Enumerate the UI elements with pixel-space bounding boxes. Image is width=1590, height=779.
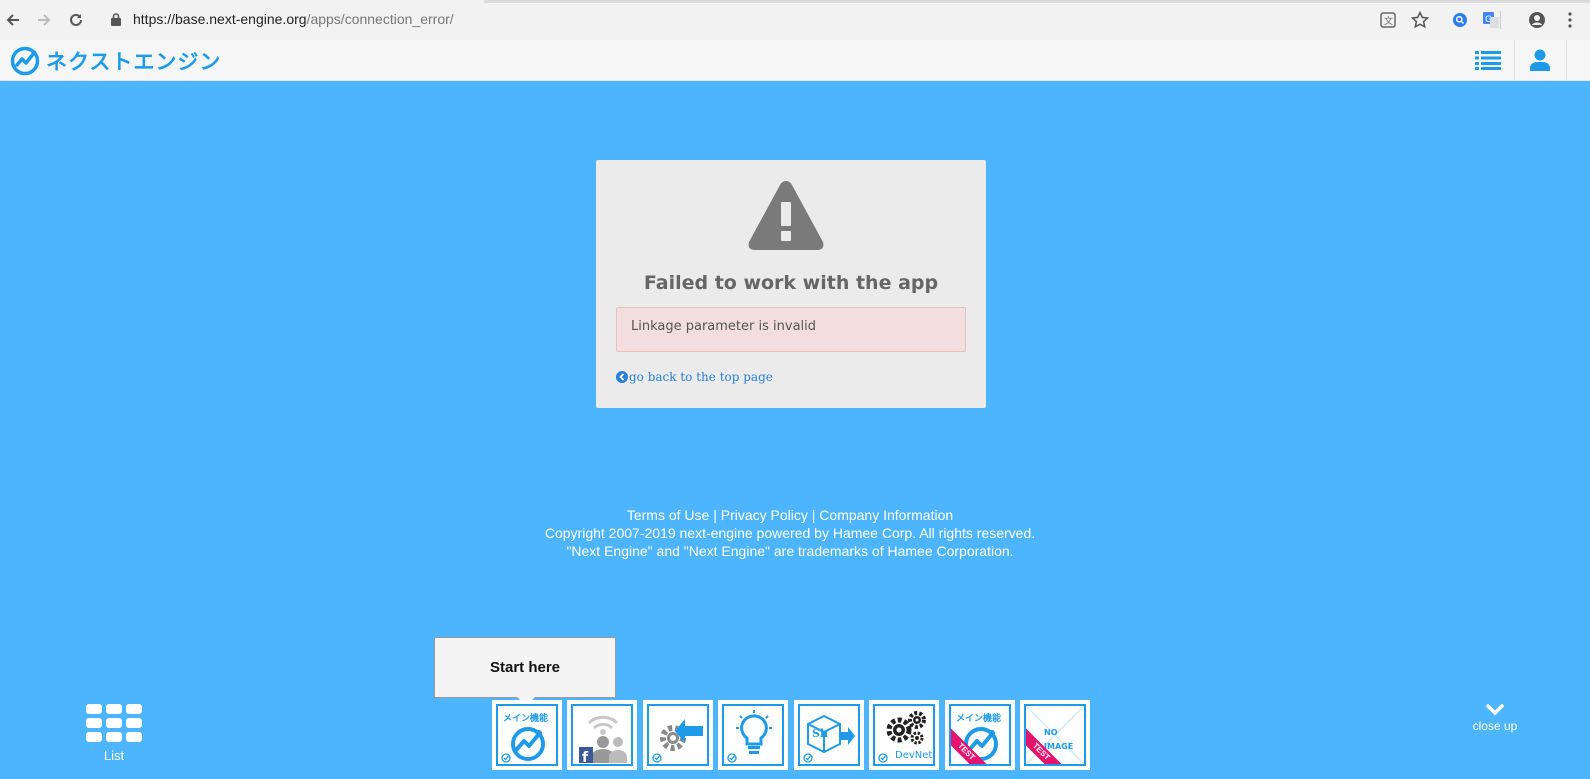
- footer-separator: |: [807, 507, 820, 523]
- gear-arrow-icon: [660, 719, 703, 751]
- search-extension-icon[interactable]: [1450, 10, 1470, 30]
- address-bar[interactable]: https://base.next-engine.org/apps/connec…: [133, 11, 454, 27]
- lightbulb-icon: [736, 710, 772, 754]
- copyright-text: Copyright 2007-2019 next-engine powered …: [544, 525, 1036, 541]
- list-view-button[interactable]: [1462, 40, 1514, 80]
- menu-kebab-icon[interactable]: [1560, 10, 1580, 30]
- trademark-text: "Next Engine" and "Next Engine" are trad…: [566, 543, 1014, 559]
- footer-separator: |: [709, 507, 721, 523]
- privacy-link[interactable]: Privacy Policy: [721, 507, 808, 523]
- reload-icon: [70, 13, 82, 26]
- list-icon: [1475, 51, 1501, 70]
- app-tile-devnet[interactable]: DevNet: [869, 700, 939, 770]
- url-host: https://base.next-engine.org: [133, 11, 307, 27]
- close-up-label: close up: [1472, 719, 1518, 733]
- badge-check-icon: [878, 753, 888, 763]
- user-menu-button[interactable]: [1514, 40, 1566, 80]
- tile-label: メイン機能: [956, 714, 1002, 724]
- translate-icon[interactable]: 文: [1378, 10, 1398, 30]
- chevron-down-icon: [1486, 704, 1504, 716]
- svg-text:f: f: [582, 750, 589, 763]
- header-edge: [1566, 40, 1567, 80]
- footer: Terms of Use | Privacy Policy | Company …: [0, 506, 1580, 560]
- back-button[interactable]: [3, 10, 23, 30]
- logo-text: ネクストエンジン: [46, 50, 222, 74]
- app-list-button[interactable]: List: [86, 704, 142, 763]
- badge-check-icon: [803, 753, 813, 763]
- arrow-circle-left-icon: [616, 371, 628, 383]
- error-card: Failed to work with the app Linkage para…: [596, 160, 986, 408]
- back-to-top-link[interactable]: go back to the top page: [616, 370, 773, 384]
- app-tile-ideas[interactable]: [718, 700, 788, 770]
- devnet-gears-icon: [886, 711, 926, 745]
- app-tile-facebook[interactable]: f: [567, 700, 637, 770]
- profile-icon[interactable]: [1527, 10, 1547, 30]
- grid-icon: [86, 704, 142, 742]
- error-title: Failed to work with the app: [643, 272, 939, 294]
- google-translate-icon[interactable]: G: [1481, 10, 1501, 30]
- start-here-tooltip: Start here: [434, 637, 616, 698]
- toolbar-separator: [1500, 11, 1501, 29]
- tab-strip: [0, 0, 1590, 3]
- bookmark-star-icon[interactable]: [1410, 10, 1430, 30]
- app-header: ネクストエンジン: [0, 40, 1590, 81]
- svg-text:文: 文: [1384, 15, 1393, 27]
- tile-label: Sh: [812, 727, 828, 740]
- terms-link[interactable]: Terms of Use: [627, 507, 709, 523]
- next-engine-logo-icon: [10, 46, 40, 76]
- error-message: Linkage parameter is invalid: [631, 319, 817, 334]
- next-engine-logo[interactable]: ネクストエンジン: [10, 46, 221, 76]
- forward-button[interactable]: [34, 10, 54, 30]
- app-tile-main[interactable]: メイン機能: [492, 700, 562, 770]
- app-tile-shipping[interactable]: Sh: [794, 700, 864, 770]
- app-tile-main-test[interactable]: メイン機能 TEST: [945, 700, 1015, 770]
- tile-label: NO IMAGE: [1044, 728, 1074, 751]
- back-link-label: go back to the top page: [629, 370, 773, 384]
- tile-label: メイン機能: [503, 714, 549, 724]
- facebook-users-icon: f: [579, 715, 627, 763]
- app-list-label: List: [103, 748, 125, 763]
- browser-toolbar: https://base.next-engine.org/apps/connec…: [0, 0, 1590, 41]
- badge-check-icon: [652, 753, 662, 763]
- warning-icon: [748, 181, 824, 250]
- url-path: /apps/connection_error/: [306, 11, 454, 27]
- close-up-button[interactable]: close up: [1460, 704, 1530, 733]
- footer-links: Terms of Use | Privacy Policy | Company …: [0, 506, 1580, 524]
- user-icon: [1530, 49, 1550, 71]
- tile-label: DevNet: [895, 750, 933, 761]
- app-tile-settings-sync[interactable]: [643, 700, 713, 770]
- forward-arrow-icon: [38, 14, 51, 26]
- back-arrow-icon: [6, 14, 19, 26]
- error-message-box: Linkage parameter is invalid: [616, 307, 966, 352]
- badge-check-icon: [501, 753, 511, 763]
- app-tile-no-image-test[interactable]: NO IMAGE TEST: [1020, 700, 1090, 770]
- company-info-link[interactable]: Company Information: [819, 507, 953, 523]
- next-engine-main-icon: [511, 727, 545, 761]
- badge-check-icon: [727, 753, 737, 763]
- lock-icon: [111, 13, 121, 31]
- reload-button[interactable]: [66, 10, 86, 30]
